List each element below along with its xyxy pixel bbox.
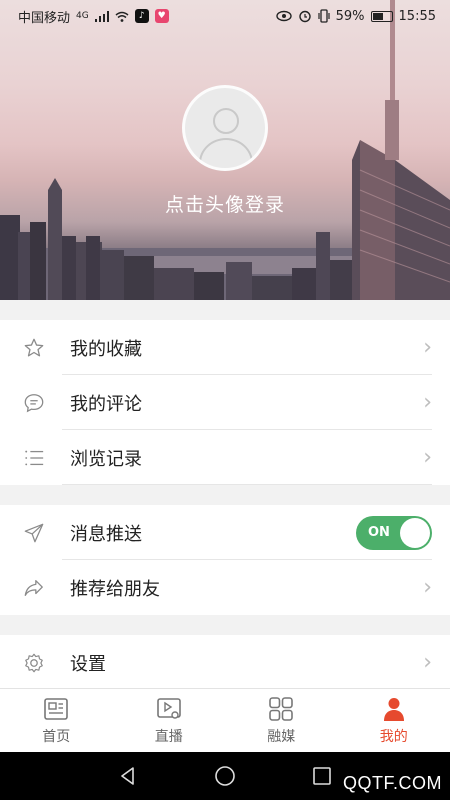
menu-label: 设置 xyxy=(70,653,106,675)
toggle-knob xyxy=(400,517,430,548)
status-bar: 中国移动 4G ♪ ♥ 59% 15:55 xyxy=(0,0,450,32)
send-icon xyxy=(22,521,46,545)
tab-label: 我的 xyxy=(379,728,408,745)
tab-mine[interactable]: 我的 xyxy=(338,689,450,752)
menu-group-social: 消息推送 ON 推荐给朋友 › xyxy=(0,505,450,615)
eye-icon xyxy=(275,10,292,22)
watermark: QQTF.COM xyxy=(343,773,442,793)
video-icon xyxy=(156,696,182,722)
tab-label: 首页 xyxy=(42,728,71,745)
news-icon xyxy=(43,696,69,722)
wifi-icon xyxy=(115,11,129,22)
tab-media[interactable]: 融媒 xyxy=(225,689,338,752)
avatar[interactable] xyxy=(182,85,268,171)
tab-home[interactable]: 首页 xyxy=(0,689,113,752)
star-icon xyxy=(22,336,46,360)
push-toggle[interactable]: ON xyxy=(356,515,432,550)
network-label: 4G xyxy=(76,11,89,21)
profile-header-banner: 点击头像登录 xyxy=(0,0,450,300)
battery-icon xyxy=(370,10,393,22)
menu-item-comments[interactable]: 我的评论 › xyxy=(0,375,450,430)
comment-icon xyxy=(22,391,46,415)
home-circle-icon[interactable] xyxy=(210,761,240,791)
list-icon xyxy=(22,446,46,470)
heart-app-icon: ♥ xyxy=(154,9,169,23)
tab-label: 融媒 xyxy=(267,728,296,745)
alarm-icon xyxy=(298,10,311,23)
tab-label: 直播 xyxy=(154,728,183,745)
menu-item-history[interactable]: 浏览记录 › xyxy=(0,430,450,485)
chevron-right-icon: › xyxy=(423,650,432,675)
menu-group-system: 设置 › xyxy=(0,635,450,688)
menu-item-recommend[interactable]: 推荐给朋友 › xyxy=(0,560,450,615)
carrier-label: 中国移动 xyxy=(18,10,71,26)
chevron-right-icon: › xyxy=(423,335,432,360)
menu-item-favorites[interactable]: 我的收藏 › xyxy=(0,320,450,375)
toggle-state-label: ON xyxy=(368,524,390,540)
vibrate-icon xyxy=(318,9,330,23)
menu-label: 我的收藏 xyxy=(70,338,142,360)
chevron-right-icon: › xyxy=(423,575,432,600)
share-icon xyxy=(22,576,46,600)
bottom-tab-bar: 首页 直播 融媒 我的 xyxy=(0,688,450,752)
grid-icon xyxy=(268,696,294,722)
menu-label: 推荐给朋友 xyxy=(70,578,160,600)
battery-percent: 59% xyxy=(335,8,365,24)
menu-group-personal: 我的收藏 › 我的评论 › 浏览记录 › xyxy=(0,320,450,485)
tiktok-app-icon: ♪ xyxy=(134,9,149,23)
menu-label: 我的评论 xyxy=(70,393,142,415)
chevron-right-icon: › xyxy=(423,445,432,470)
clock: 15:55 xyxy=(398,8,436,24)
back-icon[interactable] xyxy=(113,761,143,791)
menu-item-push: 消息推送 ON xyxy=(0,505,450,560)
login-prompt[interactable]: 点击头像登录 xyxy=(0,190,450,217)
signal-icon xyxy=(94,10,109,22)
menu-label: 浏览记录 xyxy=(70,448,142,470)
menu-item-settings[interactable]: 设置 › xyxy=(0,635,450,690)
avatar-body-icon xyxy=(199,138,253,168)
person-icon xyxy=(381,696,407,722)
recents-square-icon[interactable] xyxy=(307,761,337,791)
tab-live[interactable]: 直播 xyxy=(113,689,226,752)
avatar-head-icon xyxy=(213,108,239,134)
chevron-right-icon: › xyxy=(423,390,432,415)
menu-label: 消息推送 xyxy=(70,523,142,545)
gear-icon xyxy=(22,651,46,675)
